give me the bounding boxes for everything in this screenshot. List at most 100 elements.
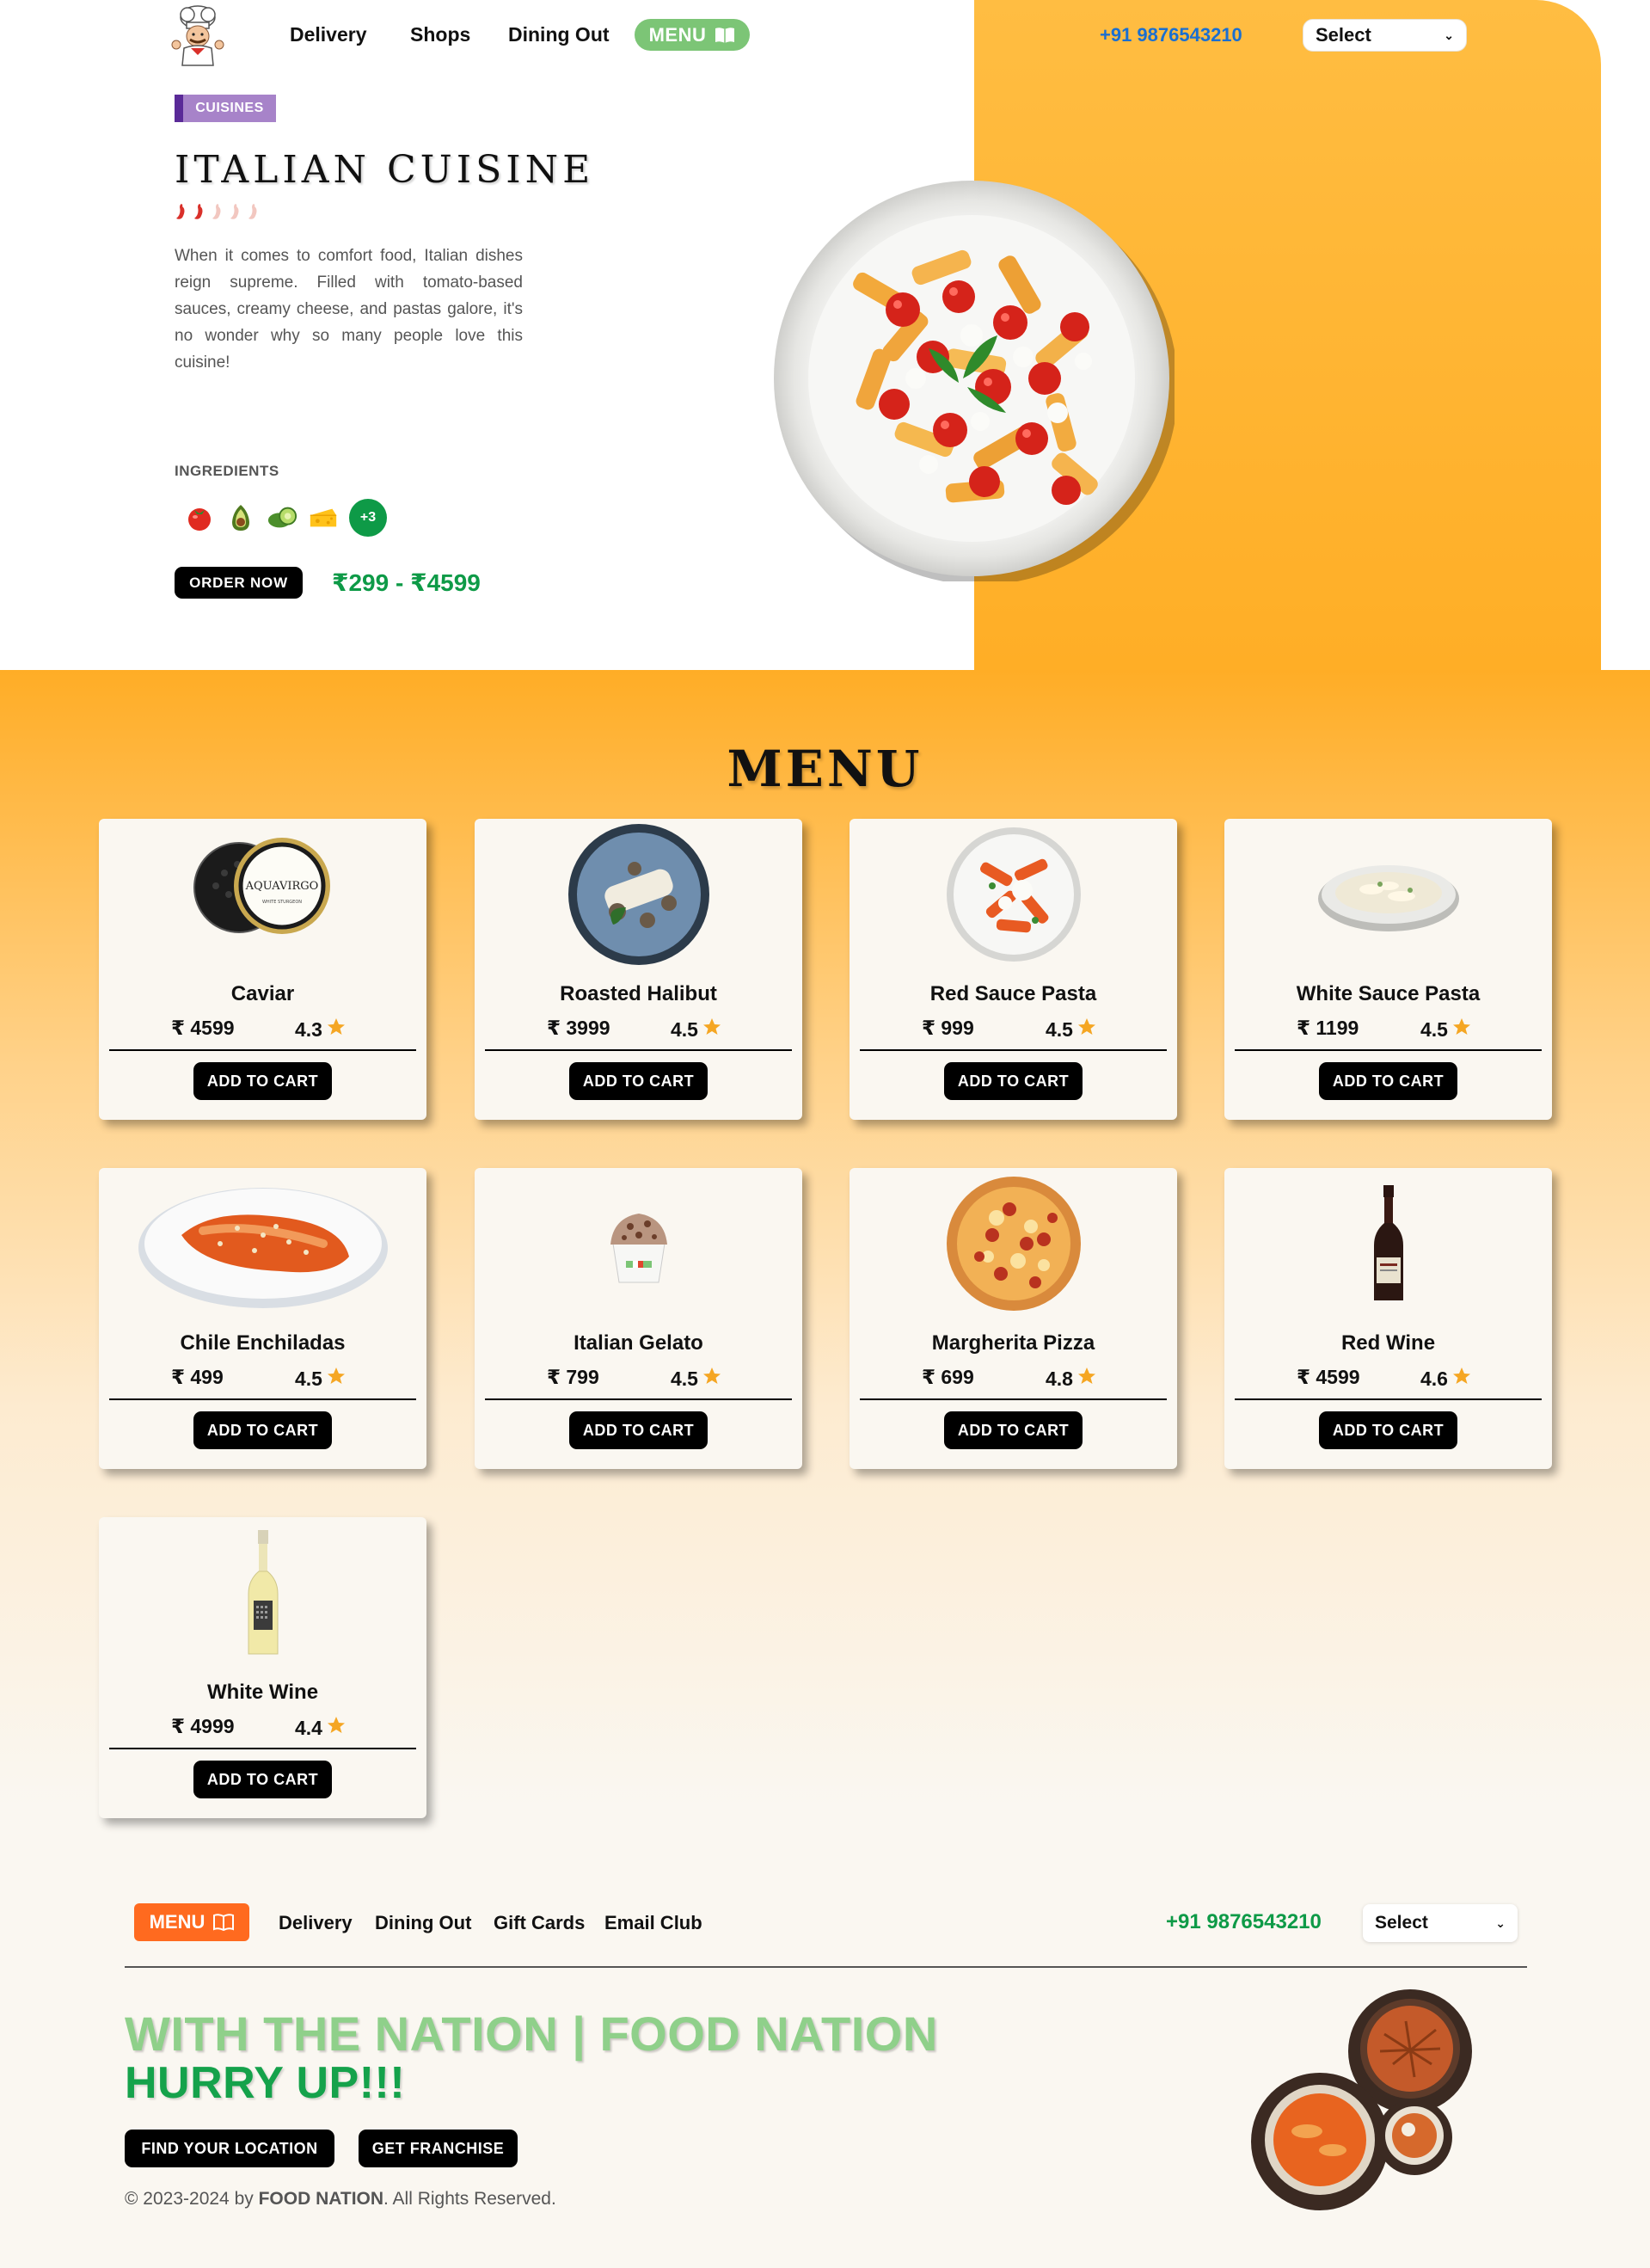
footer-link-gift-cards[interactable]: Gift Cards: [494, 1912, 585, 1934]
add-to-cart-button[interactable]: ADD TO CART: [569, 1062, 708, 1100]
chef-logo-icon[interactable]: [165, 3, 230, 67]
star-icon: [702, 1017, 722, 1042]
rating-value: 4.8: [1046, 1367, 1073, 1390]
rating-value: 4.5: [671, 1017, 698, 1041]
spice-level: [175, 203, 260, 220]
rating-value: 4.4: [295, 1716, 322, 1739]
star-icon: [1451, 1017, 1472, 1042]
footer-phone-number[interactable]: +91 9876543210: [1166, 1910, 1322, 1934]
card-title: Caviar: [230, 982, 295, 1005]
card-rating: 4.5: [295, 1366, 347, 1392]
chili-icon: [175, 203, 187, 220]
footer-link-dining-out[interactable]: Dining Out: [375, 1912, 471, 1934]
chevron-down-icon: ⌄: [1444, 28, 1454, 42]
menu-card-margherita-pizza: Margherita Pizza ₹ 699 4.8 ADD TO CART: [850, 1168, 1177, 1469]
add-to-cart-button[interactable]: ADD TO CART: [944, 1411, 1083, 1449]
location-select[interactable]: Select ⌄: [1303, 19, 1467, 52]
star-icon: [326, 1366, 347, 1392]
ingredients-list: +3: [184, 499, 387, 537]
top-nav: Delivery Shops Dining Out MENU +91 98765…: [0, 0, 1650, 71]
footer-dishes-image: [1251, 1989, 1472, 2210]
card-price: ₹ 799: [547, 1366, 599, 1388]
add-to-cart-button[interactable]: ADD TO CART: [944, 1062, 1083, 1100]
nav-link-shops[interactable]: Shops: [410, 23, 470, 46]
select-value: Select: [1316, 24, 1371, 46]
svg-text:AQUAVIRGO: AQUAVIRGO: [244, 880, 318, 893]
footer-slogan: WITH THE NATION | FOOD NATION: [125, 2007, 938, 2061]
chili-icon: [193, 203, 205, 220]
add-to-cart-button[interactable]: ADD TO CART: [193, 1411, 332, 1449]
add-to-cart-button[interactable]: ADD TO CART: [1319, 1062, 1457, 1100]
copyright-suffix: . All Rights Reserved.: [383, 2189, 556, 2209]
footer-link-email-club[interactable]: Email Club: [604, 1912, 702, 1934]
card-title: Italian Gelato: [574, 1331, 703, 1355]
chile-enchiladas-image: [99, 1175, 426, 1312]
italian-gelato-image: [475, 1175, 802, 1312]
book-icon: [715, 27, 735, 43]
menu-card-white-wine: White Wine ₹ 4999 4.4 ADD TO CART: [99, 1517, 426, 1818]
footer-link-delivery[interactable]: Delivery: [279, 1912, 353, 1934]
copyright-prefix: © 2023-2024 by: [125, 2189, 259, 2209]
star-icon: [702, 1366, 722, 1392]
add-to-cart-button[interactable]: ADD TO CART: [193, 1062, 332, 1100]
pasta-plate-image: [774, 181, 1175, 581]
rating-value: 4.3: [295, 1017, 322, 1041]
menu-card-roasted-halibut: Roasted Halibut ₹ 3999 4.5 ADD TO CART: [475, 819, 802, 1120]
menu-card-red-sauce-pasta: Red Sauce Pasta ₹ 999 4.5 ADD TO CART: [850, 819, 1177, 1120]
get-franchise-button[interactable]: GET FRANCHISE: [359, 2130, 518, 2167]
cuisine-description: When it comes to comfort food, Italian d…: [175, 247, 523, 372]
phone-number[interactable]: +91 9876543210: [1100, 24, 1242, 46]
roasted-halibut-image: [475, 824, 802, 965]
copyright: © 2023-2024 by FOOD NATION. All Rights R…: [125, 2189, 556, 2210]
cucumber-icon: [267, 502, 297, 533]
card-title: White Sauce Pasta: [1296, 982, 1481, 1005]
red-sauce-pasta-image: [850, 826, 1177, 963]
card-price: ₹ 699: [922, 1366, 974, 1388]
card-rating: 4.5: [671, 1017, 722, 1042]
hero-section: Delivery Shops Dining Out MENU +91 98765…: [0, 0, 1650, 670]
footer-divider: [125, 1966, 1527, 1968]
card-divider: [1235, 1049, 1542, 1051]
card-title: Roasted Halibut: [560, 982, 717, 1005]
star-icon: [1451, 1366, 1472, 1392]
card-rating: 4.3: [295, 1017, 347, 1042]
star-icon: [326, 1017, 347, 1042]
footer-location-select[interactable]: Select ⌄: [1363, 1904, 1518, 1942]
card-rating: 4.4: [295, 1715, 347, 1741]
order-now-button[interactable]: ORDER NOW: [175, 567, 303, 599]
footer-menu-label: MENU: [149, 1911, 205, 1933]
menu-card-red-wine: Red Wine ₹ 4599 4.6 ADD TO CART: [1224, 1168, 1552, 1469]
card-divider: [485, 1049, 792, 1051]
rating-value: 4.5: [1046, 1017, 1073, 1041]
menu-button[interactable]: MENU: [635, 19, 750, 51]
card-divider: [109, 1049, 416, 1051]
card-title: Red Sauce Pasta: [929, 982, 1097, 1005]
find-location-button[interactable]: FIND YOUR LOCATION: [125, 2130, 334, 2167]
cheese-icon: [308, 502, 339, 533]
card-price: ₹ 3999: [547, 1017, 610, 1039]
card-price: ₹ 4599: [171, 1017, 235, 1039]
nav-link-dining-out[interactable]: Dining Out: [508, 23, 610, 46]
footer-menu-button[interactable]: MENU: [134, 1903, 249, 1941]
card-rating: 4.6: [1420, 1366, 1472, 1392]
card-price: ₹ 4999: [171, 1715, 235, 1737]
menu-heading: MENU: [727, 740, 923, 798]
ingredients-label: INGREDIENTS: [175, 463, 279, 479]
menu-card-caviar: AQUAVIRGO WHITE STURGEON Caviar ₹ 4599 4…: [99, 819, 426, 1120]
card-title: Chile Enchiladas: [180, 1331, 346, 1355]
menu-card-white-sauce-pasta: White Sauce Pasta ₹ 1199 4.5 ADD TO CART: [1224, 819, 1552, 1120]
chili-icon: [211, 203, 224, 220]
card-title: Margherita Pizza: [931, 1331, 1095, 1355]
card-title: White Wine: [206, 1681, 319, 1704]
add-to-cart-button[interactable]: ADD TO CART: [1319, 1411, 1457, 1449]
add-to-cart-button[interactable]: ADD TO CART: [569, 1411, 708, 1449]
chili-icon: [229, 203, 242, 220]
card-divider: [109, 1748, 416, 1749]
nav-link-delivery[interactable]: Delivery: [290, 23, 367, 46]
rating-value: 4.5: [1420, 1017, 1448, 1041]
menu-button-label: MENU: [648, 23, 707, 46]
caviar-image: AQUAVIRGO WHITE STURGEON: [99, 826, 426, 963]
more-ingredients-badge[interactable]: +3: [349, 499, 387, 537]
card-price: ₹ 1199: [1297, 1017, 1359, 1039]
add-to-cart-button[interactable]: ADD TO CART: [193, 1761, 332, 1798]
